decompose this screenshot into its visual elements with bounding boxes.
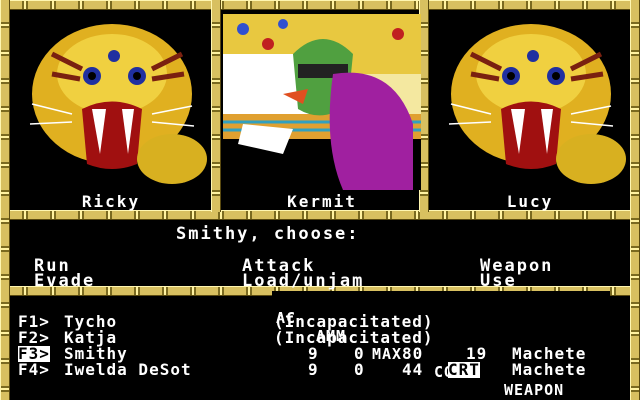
row-ac: 9 <box>308 360 319 379</box>
portrait-kermit <box>223 14 421 190</box>
menu-evade[interactable]: Evade <box>34 273 95 290</box>
row-max: 44 <box>402 360 424 379</box>
row-amm: 0 <box>354 360 365 379</box>
menu-use[interactable]: Use <box>480 273 517 290</box>
kermit-portrait-image <box>223 14 421 190</box>
party-row-4[interactable]: F4> Iwelda DeSot 9 0 44 CRT Machete <box>18 362 618 378</box>
frame-divider-1 <box>211 0 221 212</box>
frame-top <box>0 0 640 10</box>
combat-prompt: Smithy, choose: <box>176 224 360 244</box>
row-con: CRT <box>448 360 480 379</box>
frame-left <box>0 0 10 400</box>
row-weapon: Machete <box>512 360 587 379</box>
menu-load-unjam[interactable]: Load/unjam <box>242 273 364 290</box>
portrait-name-ricky: Ricky <box>81 192 141 211</box>
portrait-name-lucy: Lucy <box>506 192 554 211</box>
frame-middle <box>0 210 640 220</box>
tiger-portrait-image <box>431 14 629 190</box>
party-table-header: AC AMM MAX CON WEAPON <box>272 291 610 399</box>
header-weapon: WEAPON <box>504 381 565 399</box>
row-name: Iwelda DeSot <box>64 360 192 379</box>
tiger-portrait-image <box>12 14 210 190</box>
portrait-name-kermit: Kermit <box>287 192 357 211</box>
portrait-ricky <box>12 14 210 190</box>
portrait-lucy <box>431 14 629 190</box>
frame-right <box>630 0 640 400</box>
row-key[interactable]: F4> <box>18 362 50 378</box>
